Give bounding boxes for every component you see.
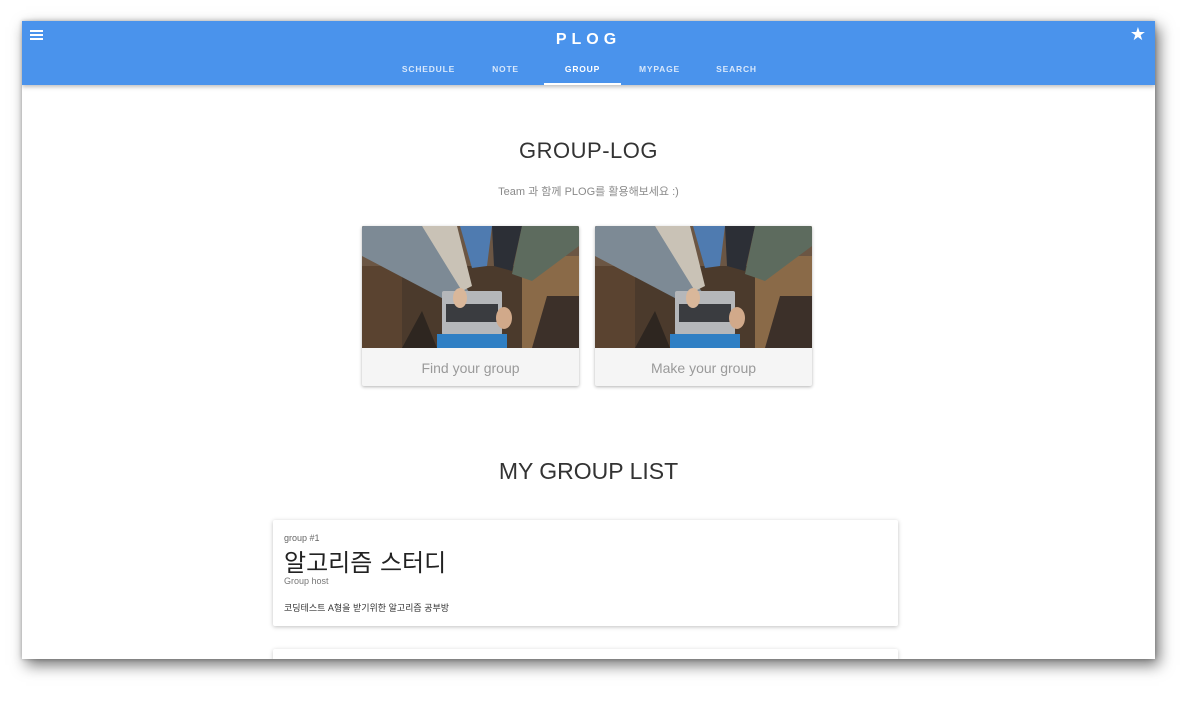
group-description: 코딩테스트 A형을 받기위한 알고리즘 공부방 bbox=[284, 603, 450, 613]
find-group-card[interactable]: Find your group bbox=[362, 226, 579, 386]
group-name: 알고리즘 스터디 bbox=[284, 549, 447, 577]
nav-tabs: SCHEDULE NOTE GROUP MYPAGE SEARCH bbox=[390, 59, 775, 85]
brand-title[interactable]: PLOG bbox=[22, 31, 1155, 49]
group-number: group #1 bbox=[284, 533, 320, 543]
my-group-list-title: MY GROUP LIST bbox=[498, 458, 679, 484]
group-card[interactable]: group #1 알고리즘 스터디 Group host 코딩테스트 A형을 받… bbox=[273, 520, 898, 626]
tab-mypage[interactable]: MYPAGE bbox=[621, 59, 698, 85]
tab-schedule[interactable]: SCHEDULE bbox=[390, 59, 467, 85]
grouplog-subtitle: Team 과 함께 PLOG를 활용해보세요 :) bbox=[498, 186, 679, 198]
tab-note[interactable]: NOTE bbox=[467, 59, 544, 85]
make-group-label: Make your group bbox=[650, 360, 757, 376]
make-group-card[interactable]: Make your group bbox=[595, 226, 812, 386]
group-card-partial[interactable] bbox=[273, 649, 898, 659]
app-bar: PLOG ★ SCHEDULE NOTE GROUP MYPAGE SEARCH bbox=[22, 21, 1155, 85]
tab-search[interactable]: SEARCH bbox=[698, 59, 775, 85]
laptop-teamwork-photo bbox=[362, 226, 579, 348]
star-icon[interactable]: ★ bbox=[1130, 24, 1146, 46]
tab-group[interactable]: GROUP bbox=[544, 59, 621, 85]
laptop-teamwork-photo bbox=[595, 226, 812, 348]
group-host: Group host bbox=[284, 576, 329, 586]
find-group-label: Find your group bbox=[421, 360, 520, 376]
grouplog-title: GROUP-LOG bbox=[519, 138, 658, 163]
browser-window: PLOG ★ SCHEDULE NOTE GROUP MYPAGE SEARCH… bbox=[22, 21, 1155, 659]
